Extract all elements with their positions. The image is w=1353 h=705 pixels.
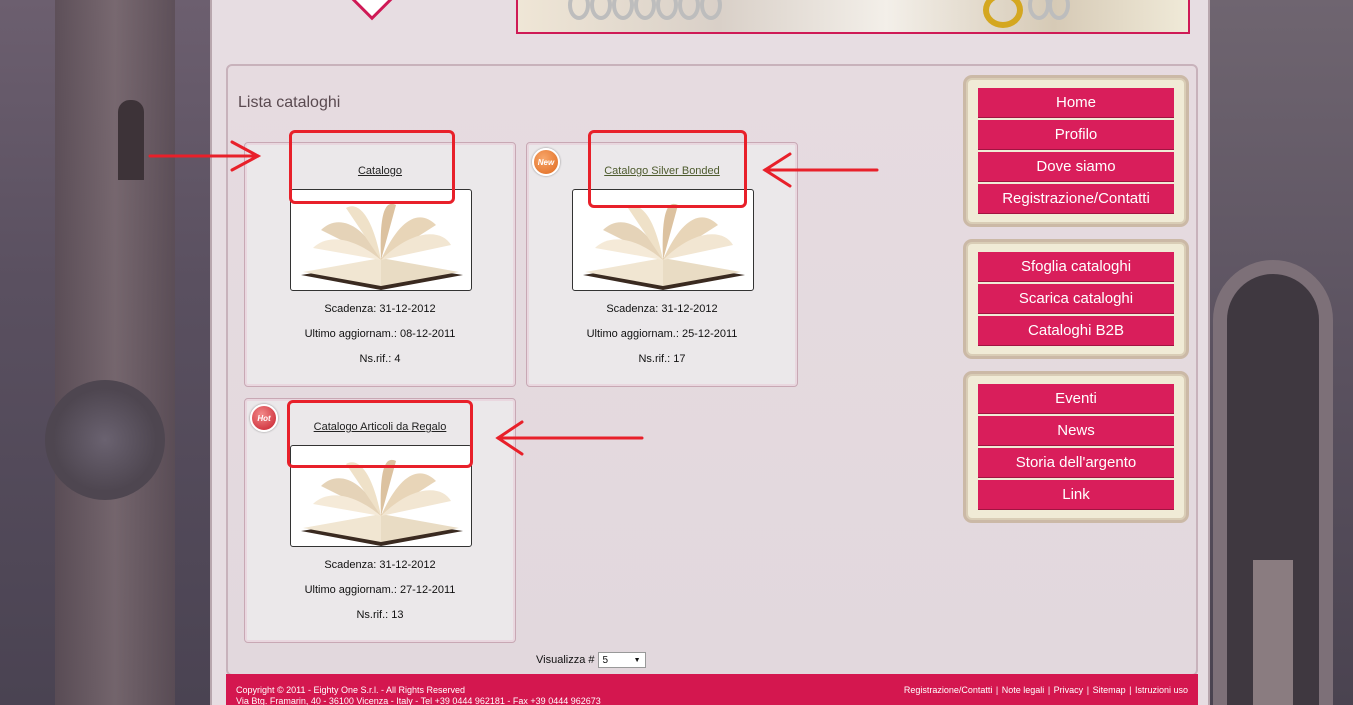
gold-ring-icon [983,0,1023,28]
annotation-box [287,400,473,468]
chain-link-icon [568,0,590,20]
info-menu: Eventi News Storia dell'argento Link [966,374,1186,520]
menu-item-profilo[interactable]: Profilo [978,120,1174,150]
menu-item-dove-siamo[interactable]: Dove siamo [978,152,1174,182]
footer-link-privacy[interactable]: Privacy [1054,685,1084,695]
open-book-icon [301,203,463,290]
clock-image [45,380,165,500]
main-menu: Home Profilo Dove siamo Registrazione/Co… [966,78,1186,224]
separator: | [1047,685,1051,695]
chain-link-icon [656,0,678,20]
page-title: Lista cataloghi [238,94,341,111]
chain-link-icon [590,0,612,20]
footer-link-note-legali[interactable]: Note legali [1002,685,1045,695]
chain-link-icon [700,0,722,20]
background-left [0,0,210,705]
catalog-updated: Ultimo aggiornam.: 08-12-2011 [304,328,456,340]
catalog-image[interactable] [290,189,472,291]
header-banner [516,0,1190,34]
footer-link-registrazione[interactable]: Registrazione/Contatti [904,685,993,695]
menu-item-link[interactable]: Link [978,480,1174,510]
footer-links: Registrazione/Contatti | Note legali | P… [904,685,1188,695]
chain-link-icon [634,0,656,20]
chevron-down-icon: ▼ [633,656,641,664]
catalog-expiry: Scadenza: 31-12-2012 [606,303,718,315]
catalog-menu: Sfoglia cataloghi Scarica cataloghi Cata… [966,242,1186,356]
footer-address: Via Btg. Framarin, 40 - 36100 Vicenza - … [236,696,601,705]
page-size-select[interactable]: 5 ▼ [597,652,646,668]
catalog-ref: Ns.rif.: 17 [638,353,686,365]
catalog-updated: Ultimo aggiornam.: 27-12-2011 [304,584,456,596]
catalog-expiry: Scadenza: 31-12-2012 [324,303,436,315]
catalog-ref: Ns.rif.: 13 [356,609,404,621]
logo[interactable] [332,0,412,22]
background-right [1193,0,1353,705]
page-size-value: 5 [602,654,609,666]
menu-item-home[interactable]: Home [978,88,1174,118]
footer-link-sitemap[interactable]: Sitemap [1093,685,1126,695]
menu-item-scarica[interactable]: Scarica cataloghi [978,284,1174,314]
separator: | [1129,685,1132,695]
logo-diamond-icon [336,0,408,21]
chain-link-icon [1028,0,1050,20]
tower-image [55,0,175,705]
pillar-image [1253,560,1293,705]
annotation-box [588,130,747,208]
chain-link-icon [612,0,634,20]
menu-item-eventi[interactable]: Eventi [978,384,1174,414]
catalog-ref: Ns.rif.: 4 [359,353,401,365]
menu-item-sfoglia[interactable]: Sfoglia cataloghi [978,252,1174,282]
footer: Copyright © 2011 - Eighty One S.r.l. - A… [226,674,1198,705]
annotation-box [289,130,455,204]
catalog-expiry: Scadenza: 31-12-2012 [324,559,436,571]
tower-window [118,100,144,180]
chain-link-icon [678,0,700,20]
menu-item-registrazione[interactable]: Registrazione/Contatti [978,184,1174,214]
footer-info: Copyright © 2011 - Eighty One S.r.l. - A… [236,685,601,705]
menu-item-b2b[interactable]: Cataloghi B2B [978,316,1174,346]
separator: | [1086,685,1090,695]
footer-copyright: Copyright © 2011 - Eighty One S.r.l. - A… [236,685,466,695]
catalog-updated: Ultimo aggiornam.: 25-12-2011 [586,328,738,340]
footer-link-istruzioni[interactable]: Istruzioni uso [1135,685,1188,695]
pager-label: Visualizza # [536,654,595,666]
separator: | [995,685,999,695]
chain-link-icon [1048,0,1070,20]
page-container: Lista cataloghi Catalogo Scadenza: 31-12… [210,0,1210,705]
pager: Visualizza # 5 ▼ [536,652,646,668]
menu-item-news[interactable]: News [978,416,1174,446]
menu-item-storia[interactable]: Storia dell'argento [978,448,1174,478]
